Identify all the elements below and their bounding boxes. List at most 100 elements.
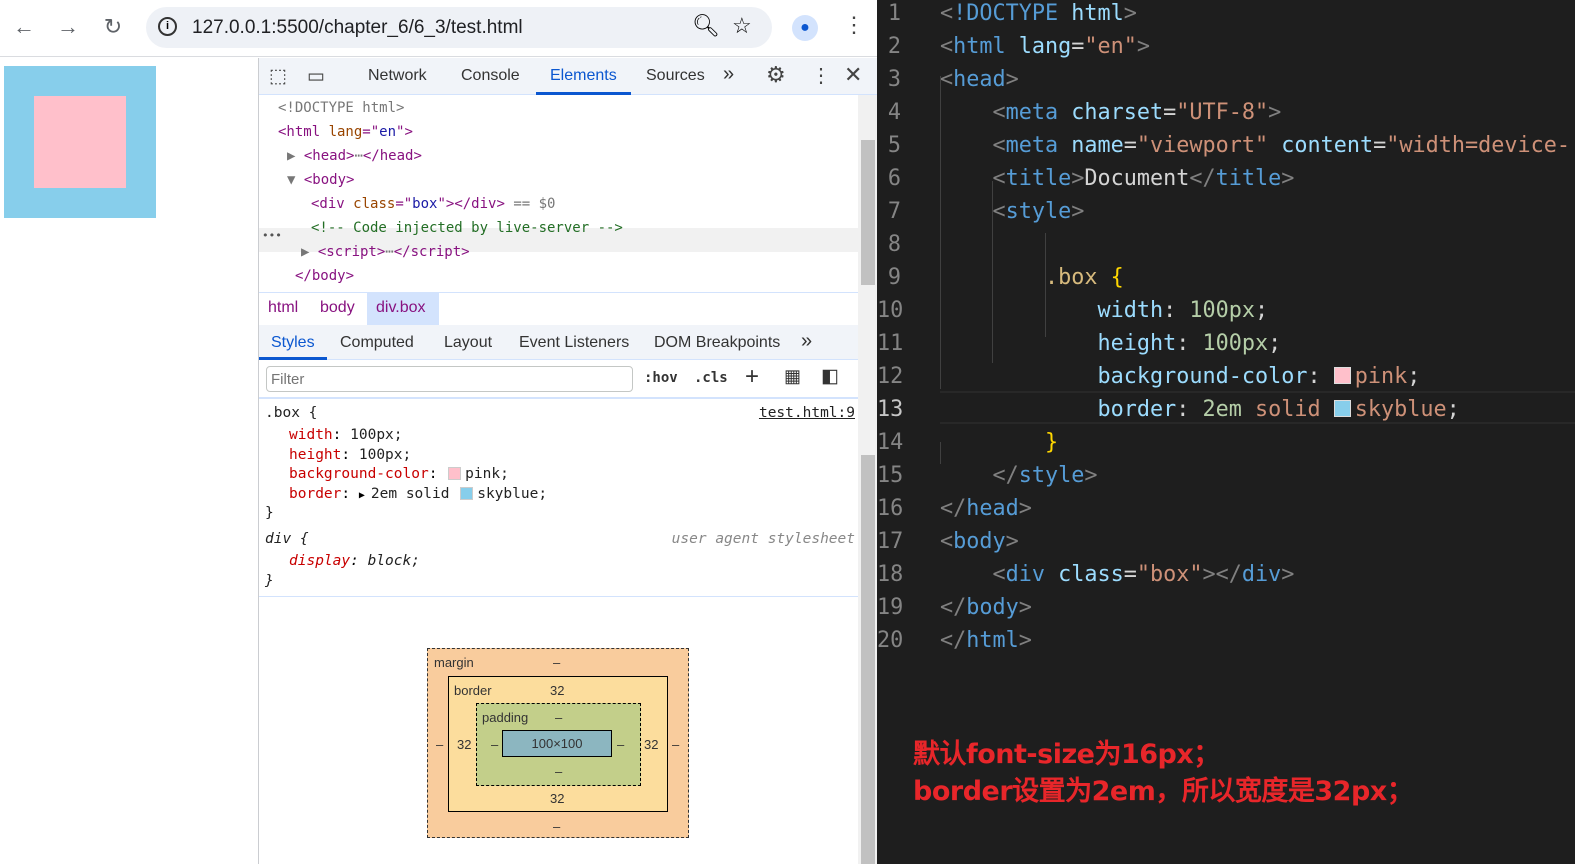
code-line[interactable]: 13 border: 2em solid skyblue; [877,393,1575,426]
subtab-computed[interactable]: Computed [340,334,414,352]
code-token: > [1005,529,1019,554]
rule-source-link[interactable]: test.html:9 [759,404,855,423]
property-name[interactable]: display [289,553,350,569]
property-value[interactable]: 2em solid [371,486,458,502]
color-swatch-icon[interactable] [1333,367,1351,384]
bookmark-star-icon[interactable]: ☆ [732,13,752,39]
code-line[interactable]: 15 </style> [877,459,1575,492]
code-line[interactable]: 16 </head> [877,492,1575,525]
settings-gear-icon[interactable]: ⚙ [766,62,786,88]
property-name[interactable]: background-color [289,466,429,482]
tab-elements[interactable]: Elements [550,67,617,85]
site-info-icon[interactable]: i [158,17,177,36]
style-declaration[interactable]: width: 100px; [289,426,403,445]
forward-arrow-icon[interactable]: → [54,14,82,40]
url-text[interactable]: 127.0.0.1:5500/chapter_6/6_3/test.html [192,17,523,39]
rule-selector[interactable]: .box { [265,404,317,423]
tab-console[interactable]: Console [461,67,520,85]
code-line[interactable]: 17 <body> [877,525,1575,558]
close-devtools-icon[interactable]: ✕ [844,62,862,88]
code-token: > [1084,463,1098,488]
paint-brush-icon[interactable]: ▦ [784,366,801,387]
reload-icon[interactable]: ↻ [99,14,127,40]
code-line[interactable]: 1 <!DOCTYPE html> [877,0,1575,30]
code-line[interactable]: 2 <html lang="en"> [877,30,1575,63]
code-token: < [940,133,1006,158]
code-token: = [1373,133,1387,158]
color-swatch-pink[interactable] [448,467,462,480]
expand-arrow-icon[interactable]: ▶ [359,490,371,501]
property-value[interactable]: pink; [465,466,509,482]
dom-node-row[interactable]: <!-- Code injected by live-server --> [311,216,623,240]
code-text: <meta name="viewport" content="width=dev… [940,129,1569,162]
line-number: 9 [887,265,901,290]
subtab-dom-breakpoints[interactable]: DOM Breakpoints [654,334,780,352]
cls-button[interactable]: .cls [694,370,728,386]
code-line[interactable]: 4 <meta charset="UTF-8"> [877,96,1575,129]
code-line[interactable]: 12 background-color: pink; [877,360,1575,393]
dom-node-row[interactable]: ▶ <script>⋯</script> [301,240,470,264]
code-token: < [940,1,954,26]
dom-node-row[interactable]: </body> [295,264,354,288]
color-swatch-icon[interactable] [1333,400,1351,417]
hov-button[interactable]: :hov [644,370,678,386]
dom-node-row[interactable]: <html lang="en"> [278,120,413,144]
code-line[interactable]: 20 </html> [877,624,1575,657]
style-declaration[interactable]: background-color: pink; [289,465,509,484]
dom-node-row[interactable]: ▶ <head>⋯</head> [287,144,422,168]
breadcrumb-body[interactable]: body [320,299,355,317]
code-line[interactable]: 8 [877,228,1575,261]
subtab-layout[interactable]: Layout [444,334,492,352]
code-line[interactable]: 11 height: 100px; [877,327,1575,360]
zoom-icon[interactable]: 🔍︎ [692,13,720,39]
code-line[interactable]: 10 width: 100px; [877,294,1575,327]
property-value[interactable]: 100px; [350,427,402,443]
code-line[interactable]: 14 } [877,426,1575,459]
rule-selector[interactable]: div { [265,530,309,549]
menu-kebab-icon[interactable]: ⋮ [843,12,865,38]
address-bar[interactable]: i 127.0.0.1:5500/chapter_6/6_3/test.html… [146,7,772,48]
property-name[interactable]: width [289,427,333,443]
profile-avatar-icon[interactable]: ● [792,15,818,41]
style-declaration[interactable]: display: block; [289,552,420,571]
code-line[interactable]: 19 </body> [877,591,1575,624]
styles-filter-input[interactable] [266,366,633,392]
code-token: > [1018,595,1032,620]
device-toggle-icon[interactable]: ▭ [307,65,325,88]
subtab-styles[interactable]: Styles [271,334,315,352]
property-name[interactable]: border [289,486,341,502]
property-name[interactable]: height [289,447,341,463]
color-swatch-skyblue[interactable] [460,486,474,500]
style-declaration[interactable]: border: ▶ 2em solid skyblue; [289,485,547,505]
code-line[interactable]: 18 <div class="box"></div> [877,558,1575,591]
tab-sources[interactable]: Sources [646,67,705,85]
code-line[interactable]: 3 <head> [877,63,1575,96]
code-line[interactable]: 5 <meta name="viewport" content="width=d… [877,129,1575,162]
new-style-rule-icon[interactable]: + [745,363,759,391]
devtools-scrollbar[interactable] [858,95,877,864]
property-value[interactable]: 100px; [359,447,411,463]
styles-scroll-thumb[interactable] [861,455,875,864]
subtab-event-listeners[interactable]: Event Listeners [519,334,629,352]
code-line[interactable]: 7 <style> [877,195,1575,228]
tree-scroll-thumb[interactable] [861,140,875,285]
node-actions-dots-icon[interactable]: ••• [262,229,282,242]
dom-token: </script> [393,244,470,260]
devtools-menu-icon[interactable]: ⋮ [811,63,831,88]
code-line[interactable]: 9 .box { [877,261,1575,294]
code-line[interactable]: 6 <title>Document</title> [877,162,1575,195]
dom-node-row[interactable]: <!DOCTYPE html> [278,96,404,120]
breadcrumb-html[interactable]: html [268,299,298,317]
tab-network[interactable]: Network [368,67,427,85]
toggle-sidebar-icon[interactable]: ◧ [821,365,839,388]
inspect-element-icon[interactable]: ⬚ [269,65,287,88]
dom-node-row[interactable]: <div class="box"></div> == $0 [311,192,555,216]
property-value[interactable]: block; [368,553,420,569]
breadcrumb-div-box[interactable]: div.box [376,299,426,317]
dom-node-row[interactable]: ▼ <body> [287,168,354,192]
style-declaration[interactable]: height: 100px; [289,446,411,465]
property-value[interactable]: skyblue; [477,486,547,502]
back-arrow-icon[interactable]: ← [10,14,38,40]
more-tabs-icon[interactable]: » [723,63,734,86]
more-subtabs-icon[interactable]: » [801,330,812,353]
